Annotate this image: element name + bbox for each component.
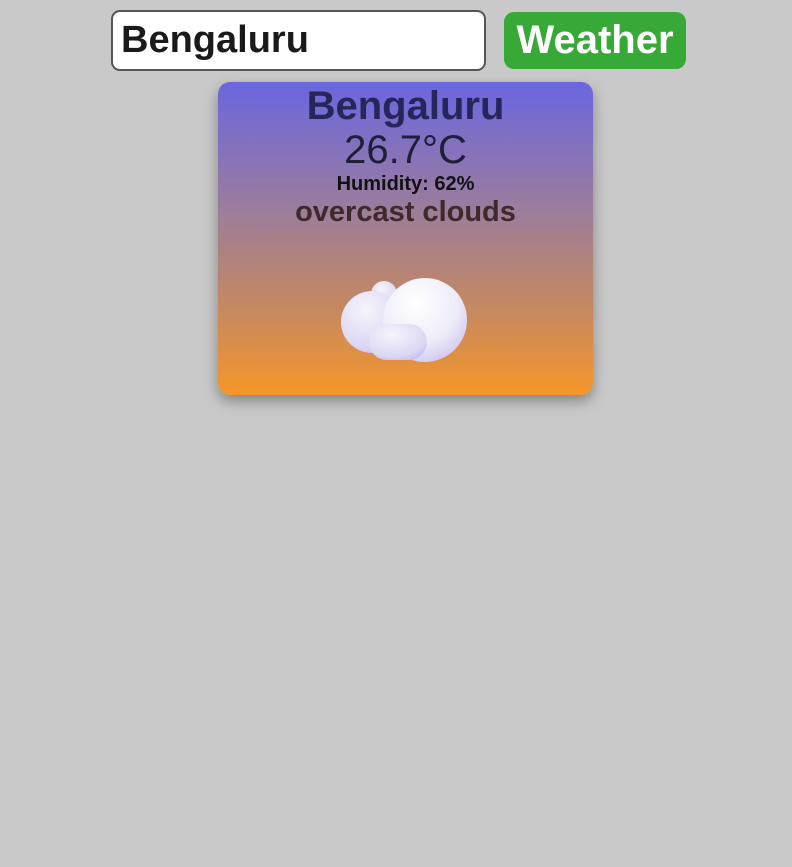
city-name: Bengaluru	[306, 84, 505, 128]
weather-button[interactable]: Weather	[504, 12, 686, 69]
humidity: Humidity: 62%	[336, 173, 475, 195]
cloud-icon	[341, 278, 467, 362]
city-search-input[interactable]	[111, 10, 486, 71]
search-bar: Weather	[0, 0, 792, 80]
temperature: 26.7°C	[344, 128, 467, 172]
weather-description: overcast clouds	[295, 196, 516, 228]
weather-card: Bengaluru 26.7°C Humidity: 62% overcast …	[218, 82, 593, 395]
